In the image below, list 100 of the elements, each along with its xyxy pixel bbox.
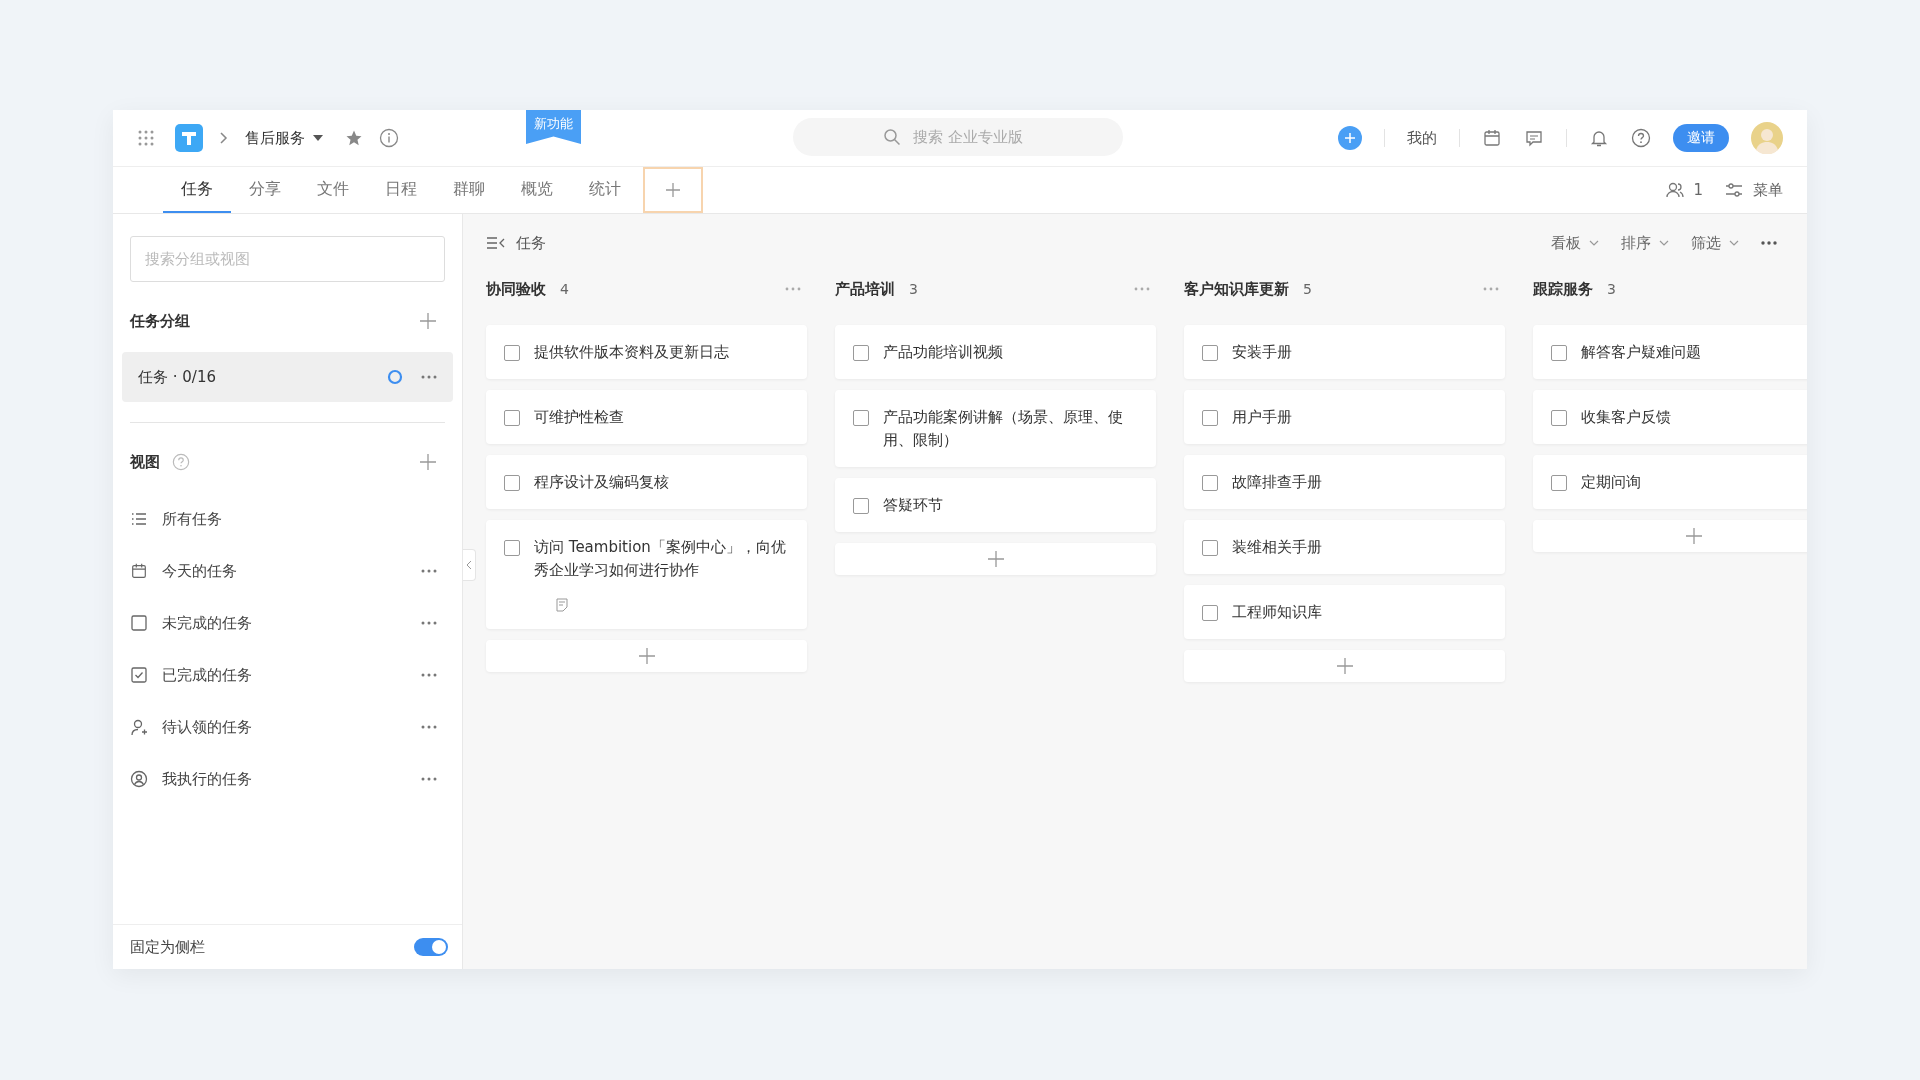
task-checkbox[interactable] [853, 345, 869, 361]
menu-button[interactable]: 菜单 [1725, 180, 1783, 200]
task-checkbox[interactable] [504, 345, 520, 361]
board-title: 任务 [516, 233, 546, 253]
task-card[interactable]: 访问 Teambition「案例中心」，向优秀企业学习如何进行协作 [486, 520, 807, 629]
help-icon[interactable] [172, 453, 190, 471]
add-icon[interactable] [419, 453, 437, 471]
view-item[interactable]: 我执行的任务 [130, 753, 445, 805]
dropdown-button[interactable]: 筛选 [1691, 233, 1739, 253]
task-checkbox[interactable] [504, 475, 520, 491]
help-icon[interactable] [1631, 128, 1651, 148]
pin-toggle[interactable] [414, 938, 448, 956]
member-count: 1 [1693, 181, 1703, 199]
search-field[interactable]: 搜索 企业专业版 [793, 118, 1123, 156]
task-title: 程序设计及编码复核 [534, 472, 669, 493]
collapse-sidebar-icon[interactable] [486, 236, 506, 250]
more-icon[interactable] [421, 621, 437, 625]
task-card[interactable]: 装维相关手册 [1184, 520, 1505, 574]
tab[interactable]: 概览 [503, 167, 571, 213]
column-title: 协同验收 [486, 279, 546, 299]
task-group-item[interactable]: 任务 · 0/16 [122, 352, 453, 402]
bell-icon[interactable] [1589, 128, 1609, 148]
tab[interactable]: 日程 [367, 167, 435, 213]
task-checkbox[interactable] [1202, 410, 1218, 426]
task-card[interactable]: 定期问询 [1533, 455, 1807, 509]
task-card[interactable]: 工程师知识库 [1184, 585, 1505, 639]
section-title: 任务分组 [130, 311, 190, 331]
calendar-icon [130, 562, 148, 580]
view-item[interactable]: 所有任务 [130, 493, 445, 545]
task-checkbox[interactable] [1202, 605, 1218, 621]
task-checkbox[interactable] [504, 540, 520, 556]
app-logo-icon[interactable] [175, 124, 203, 152]
pin-sidebar-label: 固定为侧栏 [130, 937, 205, 957]
mine-link[interactable]: 我的 [1407, 128, 1437, 148]
add-icon[interactable] [419, 312, 437, 330]
view-item[interactable]: 已完成的任务 [130, 649, 445, 701]
task-checkbox[interactable] [1551, 475, 1567, 491]
tab[interactable]: 文件 [299, 167, 367, 213]
chevron-down-icon [1659, 240, 1669, 246]
calendar-icon[interactable] [1482, 128, 1502, 148]
more-icon[interactable] [421, 777, 437, 781]
section-title: 视图 [130, 452, 160, 472]
message-icon[interactable] [1524, 128, 1544, 148]
task-title: 定期问询 [1581, 472, 1641, 493]
search-icon [883, 128, 901, 146]
task-card[interactable]: 可维护性检查 [486, 390, 807, 444]
dropdown-button[interactable]: 排序 [1621, 233, 1669, 253]
collapse-handle[interactable] [463, 549, 476, 581]
task-card[interactable]: 提供软件版本资料及更新日志 [486, 325, 807, 379]
task-checkbox[interactable] [853, 410, 869, 426]
task-card[interactable]: 解答客户疑难问题 [1533, 325, 1807, 379]
add-icon[interactable] [1338, 126, 1362, 150]
more-icon[interactable] [1761, 241, 1777, 245]
more-icon[interactable] [421, 569, 437, 573]
task-checkbox[interactable] [1551, 410, 1567, 426]
task-checkbox[interactable] [1202, 345, 1218, 361]
task-checkbox[interactable] [853, 498, 869, 514]
task-title: 故障排查手册 [1232, 472, 1322, 493]
star-icon[interactable] [345, 129, 363, 147]
task-card[interactable]: 用户手册 [1184, 390, 1505, 444]
dropdown-button[interactable]: 看板 [1551, 233, 1599, 253]
group-search-field[interactable]: 搜索分组或视图 [130, 236, 445, 282]
progress-ring-icon [387, 369, 403, 385]
tab[interactable]: 任务 [163, 167, 231, 213]
column-count: 3 [909, 281, 918, 297]
task-card[interactable]: 产品功能案例讲解（场景、原理、使用、限制） [835, 390, 1156, 467]
more-icon[interactable] [421, 725, 437, 729]
sliders-icon [1725, 181, 1743, 199]
task-checkbox[interactable] [1202, 475, 1218, 491]
view-item[interactable]: 未完成的任务 [130, 597, 445, 649]
task-card[interactable]: 故障排查手册 [1184, 455, 1505, 509]
column-title: 跟踪服务 [1533, 279, 1593, 299]
task-card[interactable]: 答疑环节 [835, 478, 1156, 532]
tab[interactable]: 分享 [231, 167, 299, 213]
task-title: 装维相关手册 [1232, 537, 1322, 558]
apps-grid-icon[interactable] [137, 129, 155, 147]
task-card[interactable]: 产品功能培训视频 [835, 325, 1156, 379]
info-icon[interactable] [379, 128, 399, 148]
tab[interactable]: 统计 [571, 167, 639, 213]
task-card[interactable]: 安装手册 [1184, 325, 1505, 379]
person-add-icon [130, 718, 148, 736]
task-title: 提供软件版本资料及更新日志 [534, 342, 729, 363]
tab[interactable]: 群聊 [435, 167, 503, 213]
user-circle-icon [130, 770, 148, 788]
project-switcher[interactable]: 售后服务 [245, 128, 323, 148]
avatar-icon[interactable] [1751, 122, 1783, 154]
task-checkbox[interactable] [1551, 345, 1567, 361]
task-checkbox[interactable] [504, 410, 520, 426]
task-card[interactable]: 收集客户反馈 [1533, 390, 1807, 444]
task-checkbox[interactable] [1202, 540, 1218, 556]
more-icon[interactable] [421, 673, 437, 677]
view-item[interactable]: 待认领的任务 [130, 701, 445, 753]
more-icon[interactable] [421, 375, 437, 379]
view-item[interactable]: 今天的任务 [130, 545, 445, 597]
members-icon[interactable] [1665, 180, 1686, 200]
task-card[interactable]: 程序设计及编码复核 [486, 455, 807, 509]
task-title: 工程师知识库 [1232, 602, 1322, 623]
plus-icon [637, 647, 656, 665]
plus-icon [1335, 657, 1354, 675]
list-icon [130, 510, 148, 528]
